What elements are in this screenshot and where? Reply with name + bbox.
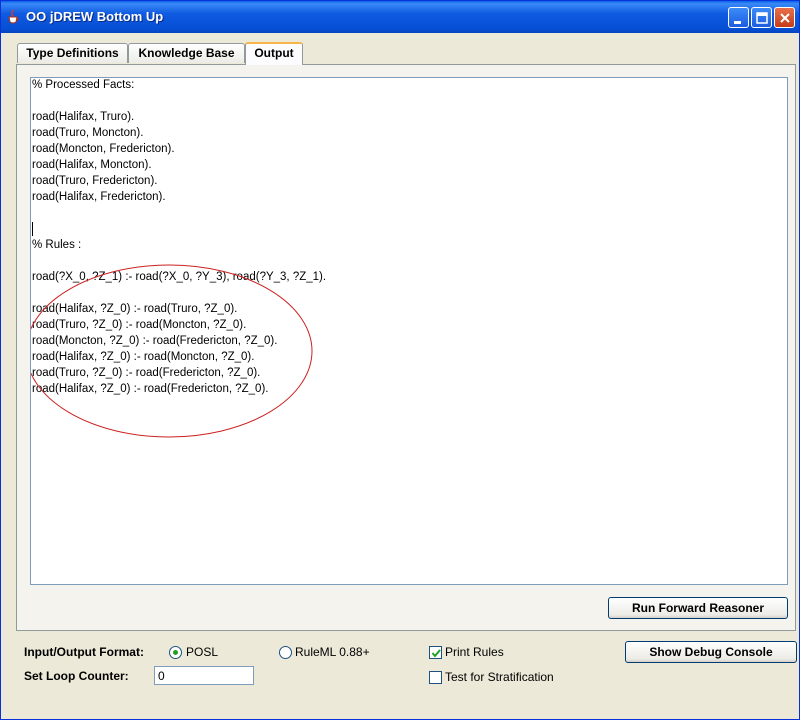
app-window: OO jDREW Bottom Up Type Definitions Know… xyxy=(0,0,800,720)
radio-selected-dot xyxy=(173,650,178,655)
java-cup-icon xyxy=(8,9,19,24)
tab-label: Output xyxy=(254,46,294,60)
tab-output[interactable]: Output xyxy=(245,42,303,65)
print-rules-checkbox[interactable] xyxy=(429,646,442,659)
print-rules-label[interactable]: Print Rules xyxy=(445,645,504,659)
annotation-circle xyxy=(31,264,313,438)
tab-label: Knowledge Base xyxy=(138,46,235,60)
format-label: Input/Output Format: xyxy=(24,645,144,659)
output-line: % Rules : xyxy=(32,239,82,251)
tab-knowledge-base[interactable]: Knowledge Base xyxy=(128,43,245,63)
text-caret xyxy=(32,222,33,236)
tab-label: Type Definitions xyxy=(26,46,119,60)
window-title: OO jDREW Bottom Up xyxy=(26,9,164,24)
stratification-label[interactable]: Test for Stratification xyxy=(445,670,554,684)
posl-label[interactable]: POSL xyxy=(186,645,218,659)
minimize-button[interactable] xyxy=(728,7,749,28)
minimize-icon xyxy=(734,21,741,24)
output-text-area[interactable]: % Processed Facts: road(Halifax, Truro). r… xyxy=(30,77,788,585)
ruleml-label[interactable]: RuleML 0.88+ xyxy=(295,645,370,659)
title-bar[interactable]: OO jDREW Bottom Up xyxy=(1,1,799,33)
checkmark-icon xyxy=(431,649,441,658)
ruleml-radio[interactable] xyxy=(279,646,292,659)
tab-type-definitions[interactable]: Type Definitions xyxy=(17,43,128,63)
maximize-button[interactable] xyxy=(751,7,772,28)
output-line: road(Truro, Fredericton). xyxy=(32,175,158,187)
posl-radio[interactable] xyxy=(169,646,182,659)
loop-counter-label: Set Loop Counter: xyxy=(24,669,129,683)
output-line: road(Halifax, Moncton). xyxy=(32,159,152,171)
output-panel: % Processed Facts: road(Halifax, Truro). r… xyxy=(16,64,796,631)
close-icon xyxy=(780,13,790,23)
stratification-checkbox[interactable] xyxy=(429,671,442,684)
show-debug-console-button[interactable]: Show Debug Console xyxy=(625,641,797,663)
output-line: road(Moncton, Fredericton). xyxy=(32,143,175,155)
run-forward-reasoner-button[interactable]: Run Forward Reasoner xyxy=(608,597,788,619)
output-line: % Processed Facts: xyxy=(32,79,135,91)
output-line: road(Halifax, Truro). xyxy=(32,111,135,123)
output-line: road(Halifax, Fredericton). xyxy=(32,191,166,203)
loop-counter-input[interactable] xyxy=(154,666,254,685)
output-line: road(Truro, Moncton). xyxy=(32,127,144,139)
maximize-icon xyxy=(756,12,768,24)
close-button[interactable] xyxy=(774,7,795,28)
tab-strip: Type Definitions Knowledge Base Output xyxy=(17,42,797,65)
